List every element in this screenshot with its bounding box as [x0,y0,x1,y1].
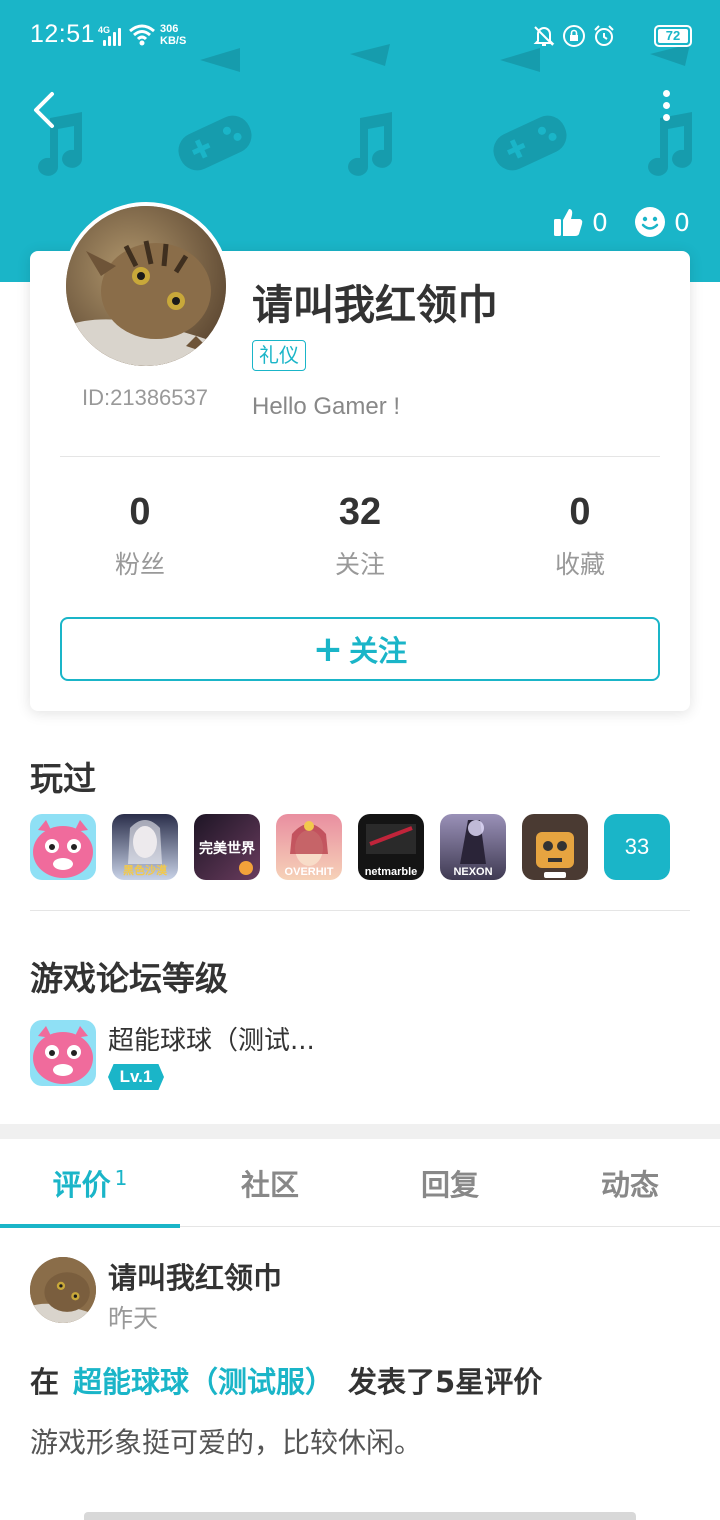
game-icon[interactable] [30,814,96,880]
card-divider [60,456,660,457]
stat-value: 32 [338,491,382,533]
tab-replies[interactable]: 回复 [360,1139,540,1227]
game-label: 黑色沙漠 [123,865,167,877]
review-headline: 在超能球球（测试服） 发表了5星评价 [30,1359,542,1401]
forum-section-title: 游戏论坛等级 [30,959,228,998]
game-icon[interactable]: NEXON [440,814,506,880]
game-icon[interactable]: OVERHIT [276,814,342,880]
likes-count: 0 [592,207,608,237]
tab-community[interactable]: 社区 [180,1139,360,1227]
likes-counter[interactable]: 0 [552,202,608,242]
tab-label: 社区 [240,1168,299,1202]
wifi-icon [129,24,155,46]
game-label: NEXON [453,866,493,878]
tab-activity[interactable]: 动态 [540,1139,720,1227]
review-game-link[interactable]: 超能球球（测试服） [73,1365,334,1399]
forum-level-item[interactable]: 超能球球（测试... Lv.1 [30,1020,430,1090]
game-icon [30,1020,96,1086]
thumbs-up-icon [554,209,583,236]
follow-button[interactable]: + 关注 [60,617,660,681]
follow-label: 关注 [349,634,408,668]
network-speed: 306 KB/S [160,23,186,47]
stat-value: 0 [129,491,151,533]
user-badge[interactable]: 礼仪 [252,340,306,371]
stat-label: 收藏 [554,550,605,579]
game-icon[interactable]: netmarble [358,814,424,880]
review-avatar[interactable] [30,1257,96,1323]
stat-following[interactable]: 32 关注 [250,487,470,581]
avatar[interactable] [62,202,230,370]
battery-icon: 72 [654,25,692,47]
speed-value: 306 [160,23,179,35]
gamepad-icon [178,115,252,171]
game-label: OVERHIT [284,866,334,878]
signal-icon [103,28,123,46]
level-badge: Lv.1 [108,1064,164,1090]
stat-label: 关注 [334,550,385,579]
section-divider [30,910,690,911]
tab-count: 1 [114,1166,128,1190]
speed-unit: KB/S [160,35,187,47]
back-arrow-icon[interactable] [30,90,60,130]
alarm-icon [594,25,614,46]
more-options-button[interactable] [655,90,677,130]
status-bar: 12:51 4G 306 KB/S 72 [0,0,720,72]
smiles-count: 0 [674,207,690,237]
played-section-title: 玩过 [30,759,96,798]
status-time: 12:51 [30,20,96,48]
tab-label: 回复 [420,1168,479,1202]
review-username: 请叫我红领巾 [108,1261,283,1295]
game-icon[interactable]: 黑色沙漠 [112,814,178,880]
gamepad-icon [493,115,567,171]
username: 请叫我红领巾 [252,281,498,329]
review-time: 昨天 [108,1304,159,1333]
game-label: 完美世界 [199,840,255,856]
forum-game-name: 超能球球（测试... [108,1026,315,1056]
game-icon[interactable]: 完美世界 [194,814,260,880]
user-id: ID:21386537 [82,385,208,410]
tab-reviews[interactable]: 评价 1 [0,1139,180,1228]
music-note-icon [348,112,393,176]
user-bio: Hello Gamer ! [252,393,401,420]
status-icons: 72 [532,24,692,50]
stat-favorites[interactable]: 0 收藏 [470,487,690,581]
stat-label: 粉丝 [114,550,165,579]
game-label: netmarble [364,866,418,878]
more-games-button[interactable]: 33 [604,814,670,880]
plus-icon: + [312,628,344,670]
battery-level: 72 [665,28,681,43]
review-body: 游戏形象挺可爱的，比较休闲。 [30,1426,423,1459]
stat-value: 0 [569,491,591,533]
review-suffix: 发表了5星评价 [348,1365,543,1399]
review-prefix: 在 [30,1365,60,1399]
tab-label: 评价 [52,1168,111,1202]
image-strip-edge [84,1512,636,1520]
tab-underline [0,1224,180,1228]
stat-followers[interactable]: 0 粉丝 [30,487,250,581]
lock-rotation-icon [563,25,585,47]
game-icon[interactable] [522,814,588,880]
tab-label: 动态 [600,1168,659,1202]
bell-muted-icon [533,26,555,46]
smile-icon [635,207,665,237]
smiles-counter[interactable]: 0 [634,202,690,242]
tab-bar: 评价 1 社区 回复 动态 [0,1139,720,1228]
section-separator [0,1124,720,1139]
